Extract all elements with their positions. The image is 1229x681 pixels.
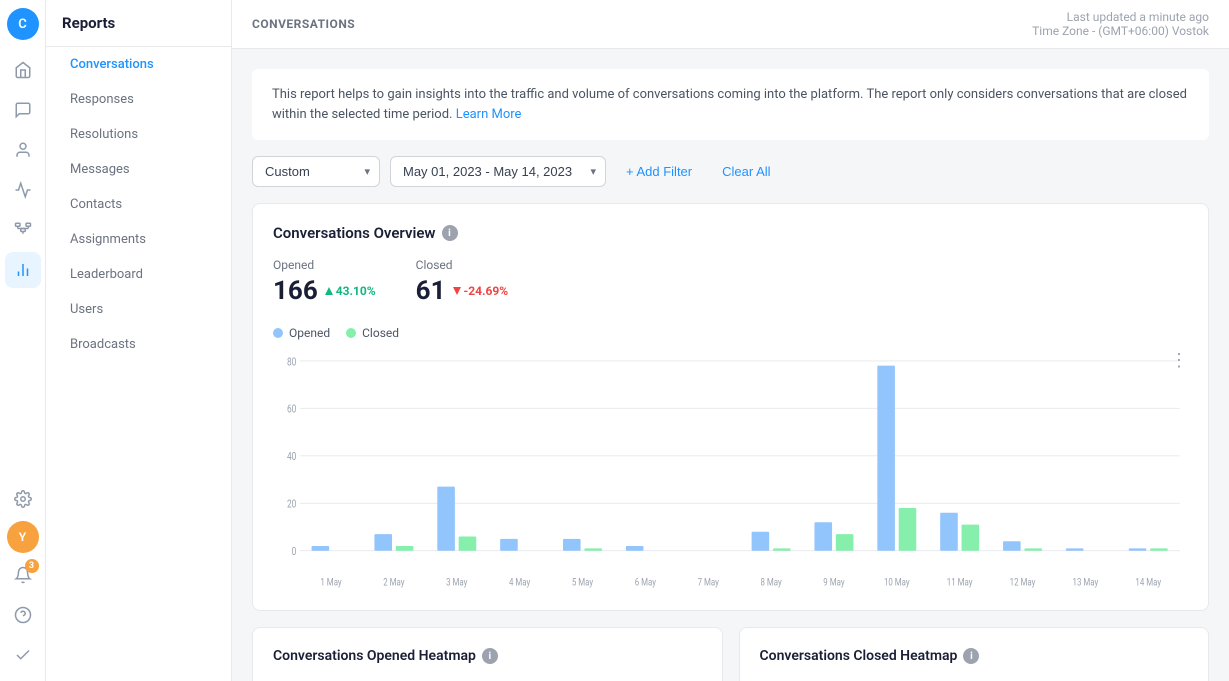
main-content: CONVERSATIONS Last updated a minute ago … <box>232 0 1229 681</box>
legend-opened-dot <box>273 328 283 338</box>
checkmark-icon[interactable] <box>5 637 41 673</box>
svg-text:1 May: 1 May <box>320 577 342 589</box>
opened-heatmap-title: Conversations Opened Heatmap i <box>273 648 702 664</box>
period-select[interactable]: Custom Last 7 days Last 30 days Last 3 m… <box>252 156 380 187</box>
svg-text:4 May: 4 May <box>509 577 531 589</box>
sidebar-item-messages[interactable]: Messages <box>54 154 223 185</box>
settings-icon[interactable] <box>5 481 41 517</box>
sidebar-item-resolutions[interactable]: Resolutions <box>54 119 223 150</box>
chart-wrapper: ⋮ 0 20 40 60 80 1 May 2 May 3 May 4 May 5 May 6 Ma… <box>273 350 1188 590</box>
opened-label: Opened <box>273 258 376 272</box>
svg-text:6 May: 6 May <box>635 577 657 589</box>
contacts-icon[interactable] <box>5 132 41 168</box>
svg-text:9 May: 9 May <box>823 577 845 589</box>
date-range-select[interactable]: May 01, 2023 - May 14, 2023 <box>390 156 606 187</box>
stats-row: Opened 166 43.10% Closed 61 <box>273 258 1188 306</box>
conversation-icon[interactable] <box>5 92 41 128</box>
icon-sidebar: C Y 3 <box>0 0 46 681</box>
opened-change: 43.10% <box>324 284 376 298</box>
opened-stat: Opened 166 43.10% <box>273 258 376 306</box>
description-text: This report helps to gain insights into … <box>272 87 1187 122</box>
closed-heatmap-title: Conversations Closed Heatmap i <box>760 648 1189 664</box>
svg-text:10 May: 10 May <box>884 577 910 589</box>
legend-closed: Closed <box>346 326 399 340</box>
user-avatar[interactable]: Y <box>7 521 39 553</box>
opened-heatmap-card: Conversations Opened Heatmap i <box>252 627 723 681</box>
svg-text:8 May: 8 May <box>760 577 782 589</box>
top-bar: CONVERSATIONS Last updated a minute ago … <box>232 0 1229 49</box>
home-icon[interactable] <box>5 52 41 88</box>
sidebar-item-leaderboard[interactable]: Leaderboard <box>54 259 223 290</box>
sidebar-item-contacts[interactable]: Contacts <box>54 189 223 220</box>
svg-text:14 May: 14 May <box>1135 577 1161 589</box>
page-title: CONVERSATIONS <box>252 17 355 31</box>
svg-text:80: 80 <box>287 356 296 368</box>
svg-text:7 May: 7 May <box>698 577 720 589</box>
closed-value: 61 -24.69% <box>416 276 508 306</box>
opened-heatmap-info-icon[interactable]: i <box>482 648 498 664</box>
legend-opened: Opened <box>273 326 330 340</box>
overview-title: Conversations Overview i <box>273 224 1188 242</box>
sidebar-title: Reports <box>46 0 231 47</box>
svg-text:11 May: 11 May <box>947 577 973 589</box>
svg-text:5 May: 5 May <box>572 577 594 589</box>
last-updated: Last updated a minute ago Time Zone - (G… <box>1032 10 1209 38</box>
notification-badge: 3 <box>25 559 39 573</box>
reports-icon[interactable] <box>5 252 41 288</box>
date-range-dropdown-wrapper: May 01, 2023 - May 14, 2023 ▾ <box>390 156 606 187</box>
nav-sidebar: Reports Conversations Responses Resoluti… <box>46 0 232 681</box>
sidebar-item-users[interactable]: Users <box>54 294 223 325</box>
org-icon[interactable] <box>5 212 41 248</box>
closed-change: -24.69% <box>452 284 509 298</box>
sidebar-item-assignments[interactable]: Assignments <box>54 224 223 255</box>
closed-heatmap-info-icon[interactable]: i <box>963 648 979 664</box>
svg-text:3 May: 3 May <box>446 577 468 589</box>
heatmap-row: Conversations Opened Heatmap i Conversat… <box>252 627 1209 681</box>
clear-all-button[interactable]: Clear All <box>712 157 780 186</box>
closed-stat: Closed 61 -24.69% <box>416 258 508 306</box>
closed-heatmap-card: Conversations Closed Heatmap i <box>739 627 1210 681</box>
legend-closed-dot <box>346 328 356 338</box>
period-dropdown-wrapper: Custom Last 7 days Last 30 days Last 3 m… <box>252 156 380 187</box>
sidebar-item-conversations[interactable]: Conversations <box>54 49 223 80</box>
filter-bar: Custom Last 7 days Last 30 days Last 3 m… <box>252 156 1209 187</box>
closed-label: Closed <box>416 258 508 272</box>
campaigns-icon[interactable] <box>5 172 41 208</box>
svg-text:13 May: 13 May <box>1073 577 1099 589</box>
svg-text:2 May: 2 May <box>383 577 405 589</box>
overview-info-icon[interactable]: i <box>442 225 458 241</box>
description-bar: This report helps to gain insights into … <box>252 69 1209 140</box>
learn-more-link[interactable]: Learn More <box>456 107 522 122</box>
overview-card: Conversations Overview i Opened 166 43.1… <box>252 203 1209 611</box>
bar-chart: 0 20 40 60 80 1 May 2 May 3 May 4 May 5 May 6 May 7… <box>273 350 1188 590</box>
add-filter-button[interactable]: + Add Filter <box>616 157 702 186</box>
svg-text:12 May: 12 May <box>1010 577 1036 589</box>
notification-wrapper: 3 <box>5 557 41 593</box>
content-area: This report helps to gain insights into … <box>232 49 1229 681</box>
svg-text:20: 20 <box>287 499 296 511</box>
svg-text:40: 40 <box>287 451 296 463</box>
app-avatar[interactable]: C <box>7 8 39 40</box>
svg-text:60: 60 <box>287 404 296 416</box>
svg-text:0: 0 <box>292 546 297 558</box>
sidebar-item-responses[interactable]: Responses <box>54 84 223 115</box>
chart-legend: Opened Closed <box>273 326 1188 340</box>
chart-more-button[interactable]: ⋮ <box>1170 350 1188 371</box>
opened-value: 166 43.10% <box>273 276 376 306</box>
help-icon[interactable] <box>5 597 41 633</box>
sidebar-item-broadcasts[interactable]: Broadcasts <box>54 329 223 360</box>
